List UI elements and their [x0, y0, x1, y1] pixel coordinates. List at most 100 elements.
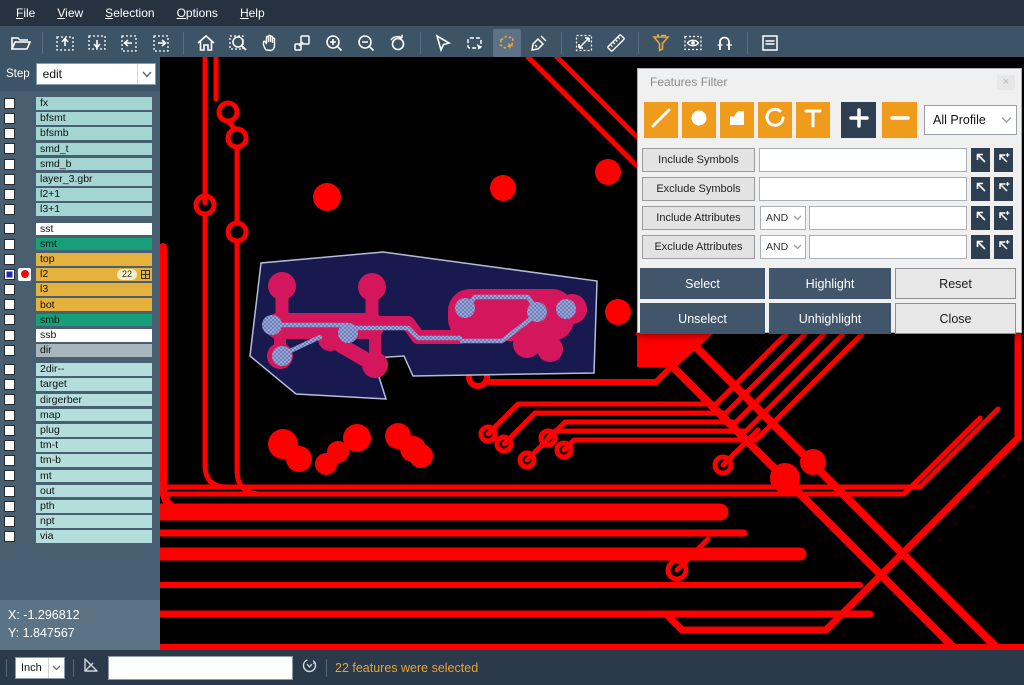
layer-name-pth[interactable]: pth — [36, 500, 152, 513]
select-button[interactable]: Select — [640, 268, 765, 299]
layer-row-tm-t[interactable]: tm-t — [0, 439, 160, 452]
layer-row-l2+1[interactable]: l2+1 — [0, 188, 160, 201]
layer-row-ssb[interactable]: ssb — [0, 329, 160, 342]
home-view-button[interactable] — [192, 29, 220, 57]
layer-name-l3+1[interactable]: l3+1 — [36, 203, 152, 216]
profile-select[interactable]: All Profile — [924, 105, 1017, 135]
zoom-previous-button[interactable] — [384, 29, 412, 57]
unit-select[interactable]: Inch — [15, 657, 65, 679]
pick-symbol-add-button[interactable] — [994, 177, 1013, 201]
layer-checkbox-bfsmb[interactable] — [4, 128, 15, 139]
layer-row-smd_t[interactable]: smd_t — [0, 143, 160, 156]
zoom-area-button[interactable] — [224, 29, 252, 57]
polygon-select-button[interactable] — [493, 29, 521, 57]
layer-checkbox-via[interactable] — [4, 531, 15, 542]
layer-row-l3+1[interactable]: l3+1 — [0, 203, 160, 216]
layer-checkbox-l2+1[interactable] — [4, 189, 15, 200]
layer-name-l2+1[interactable]: l2+1 — [36, 188, 152, 201]
zoom-object-button[interactable] — [288, 29, 316, 57]
layer-row-plug[interactable]: plug — [0, 424, 160, 437]
layer-name-map[interactable]: map — [36, 409, 152, 422]
pan-hand-button[interactable] — [256, 29, 284, 57]
pick-symbol-add-button[interactable] — [994, 148, 1013, 172]
zoom-out-button[interactable] — [352, 29, 380, 57]
layer-row-l3[interactable]: l3 — [0, 283, 160, 296]
pick-attribute-add-button[interactable] — [994, 206, 1013, 230]
layer-name-out[interactable]: out — [36, 485, 152, 498]
layer-checkbox-map[interactable] — [4, 410, 15, 421]
exclude-attributes-input[interactable] — [809, 235, 967, 259]
layer-checkbox-out[interactable] — [4, 486, 15, 497]
layer-name-top[interactable]: top — [36, 253, 152, 266]
pane-down-button[interactable] — [83, 29, 111, 57]
layer-checkbox-mt[interactable] — [4, 470, 15, 481]
exclude-symbols-button[interactable]: Exclude Symbols — [642, 177, 755, 201]
layer-name-sst[interactable]: sst — [36, 223, 152, 236]
layer-name-smd_b[interactable]: smd_b — [36, 158, 152, 171]
pick-attribute-button[interactable] — [971, 206, 990, 230]
layer-row-smd_b[interactable]: smd_b — [0, 158, 160, 171]
pane-left-button[interactable] — [115, 29, 143, 57]
layer-checkbox-ssb[interactable] — [4, 330, 15, 341]
layer-checkbox-dir[interactable] — [4, 345, 15, 356]
layer-name-bfsmb[interactable]: bfsmb — [36, 127, 152, 140]
menu-file[interactable]: File — [6, 2, 45, 24]
layer-checkbox-pth[interactable] — [4, 501, 15, 512]
filter-remove-button[interactable] — [882, 102, 917, 138]
dialog-title-bar[interactable]: Features Filter × — [638, 69, 1021, 95]
pane-right-button[interactable] — [147, 29, 175, 57]
layer-name-bfsmt[interactable]: bfsmt — [36, 112, 152, 125]
layer-name-target[interactable]: target — [36, 378, 152, 391]
unselect-button[interactable]: Unselect — [640, 303, 765, 334]
layer-row-sst[interactable]: sst — [0, 223, 160, 236]
exclude-symbols-input[interactable] — [759, 177, 967, 201]
include-attributes-and-select[interactable]: AND — [760, 206, 806, 230]
clean-brush-button[interactable] — [525, 29, 553, 57]
step-select[interactable]: edit — [36, 63, 156, 85]
layer-name-tm-t[interactable]: tm-t — [36, 439, 152, 452]
layer-row-tm-b[interactable]: tm-b — [0, 454, 160, 467]
measure-button[interactable] — [570, 29, 598, 57]
select-cursor-button[interactable] — [429, 29, 457, 57]
menu-options[interactable]: Options — [167, 2, 228, 24]
layer-checkbox-top[interactable] — [4, 254, 15, 265]
layer-name-dir[interactable]: dir — [36, 344, 152, 357]
layer-checkbox-target[interactable] — [4, 379, 15, 390]
layer-name-npt[interactable]: npt — [36, 515, 152, 528]
view-options-button[interactable] — [679, 29, 707, 57]
layer-name-layer_3.gbr[interactable]: layer_3.gbr — [36, 173, 152, 186]
layer-checkbox-2dir--[interactable] — [4, 364, 15, 375]
angle-snap-icon[interactable] — [82, 656, 100, 679]
layer-checkbox-l3+1[interactable] — [4, 204, 15, 215]
layer-name-2dir--[interactable]: 2dir-- — [36, 363, 152, 376]
layer-row-l2[interactable]: l222 — [0, 268, 160, 281]
layer-name-smd_t[interactable]: smd_t — [36, 143, 152, 156]
layer-name-l2[interactable]: l222 — [36, 268, 152, 281]
layer-row-dirgerber[interactable]: dirgerber — [0, 394, 160, 407]
layer-row-smb[interactable]: smb — [0, 314, 160, 327]
include-attributes-input[interactable] — [809, 206, 967, 230]
layer-checkbox-smd_b[interactable] — [4, 159, 15, 170]
open-file-button[interactable] — [6, 29, 34, 57]
layer-checkbox-tm-b[interactable] — [4, 455, 15, 466]
layer-name-dirgerber[interactable]: dirgerber — [36, 394, 152, 407]
layer-checkbox-smd_t[interactable] — [4, 143, 15, 154]
layer-checkbox-l3[interactable] — [4, 284, 15, 295]
highlight-button[interactable]: Highlight — [769, 268, 891, 299]
zoom-in-button[interactable] — [320, 29, 348, 57]
layer-name-via[interactable]: via — [36, 530, 152, 543]
pick-symbol-button[interactable] — [971, 177, 990, 201]
features-filter-button[interactable] — [647, 29, 675, 57]
exclude-attributes-and-select[interactable]: AND — [760, 235, 806, 259]
command-input[interactable] — [108, 656, 293, 680]
layer-row-2dir--[interactable]: 2dir-- — [0, 363, 160, 376]
reset-button[interactable]: Reset — [895, 268, 1016, 299]
layer-row-bfsmt[interactable]: bfsmt — [0, 112, 160, 125]
filter-add-button[interactable] — [841, 102, 876, 138]
layer-name-mt[interactable]: mt — [36, 470, 152, 483]
layer-name-bot[interactable]: bot — [36, 298, 152, 311]
layer-name-ssb[interactable]: ssb — [36, 329, 152, 342]
include-symbols-button[interactable]: Include Symbols — [642, 148, 755, 172]
layer-row-map[interactable]: map — [0, 409, 160, 422]
layer-list-button[interactable] — [756, 29, 784, 57]
